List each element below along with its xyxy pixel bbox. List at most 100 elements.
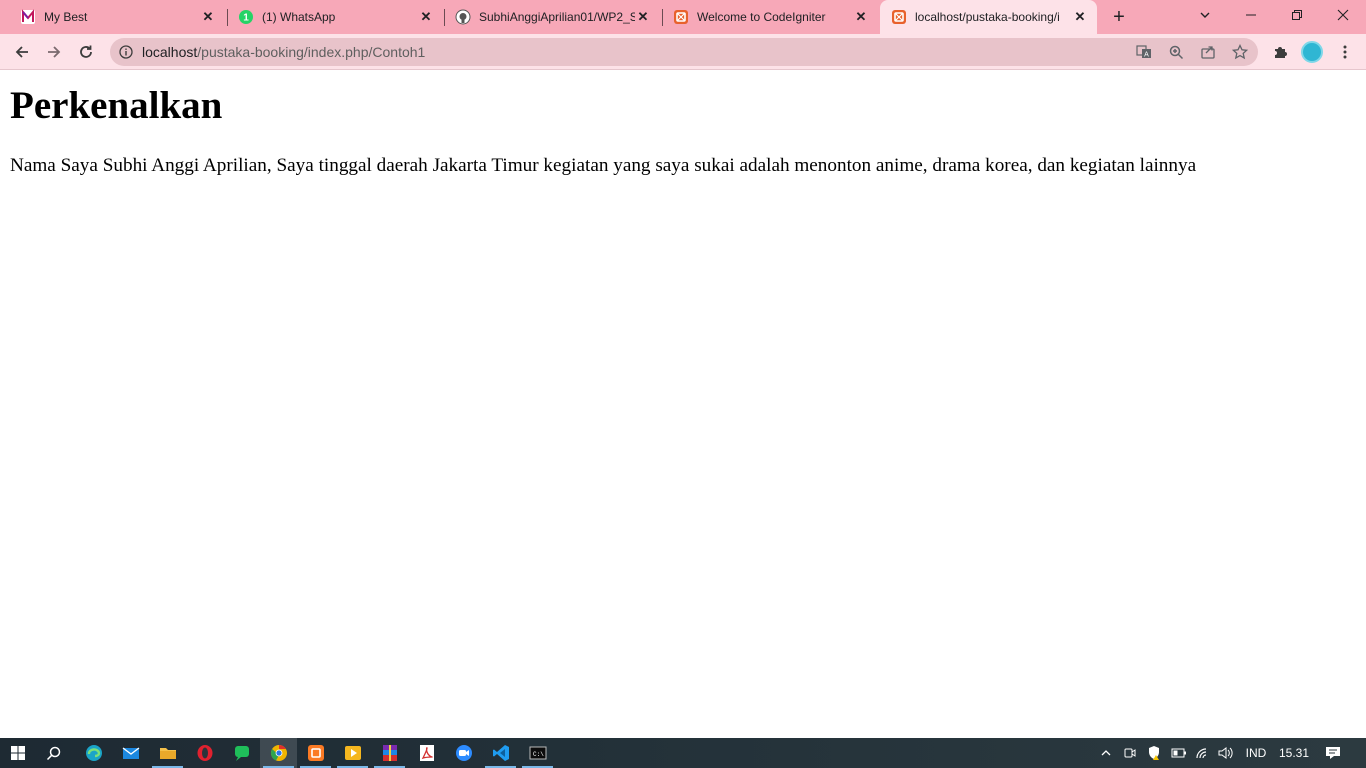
- reload-icon: [80, 45, 92, 58]
- volume-tray[interactable]: [1216, 738, 1236, 768]
- arrow-left-icon: [15, 46, 28, 58]
- windows-taskbar: C:\ IND 15.31: [0, 738, 1366, 768]
- minimize-button[interactable]: [1228, 0, 1274, 30]
- tab-title: (1) WhatsApp: [262, 10, 336, 24]
- reload-button[interactable]: [72, 38, 100, 66]
- zoom-icon: [455, 745, 472, 761]
- search-button[interactable]: [36, 738, 72, 768]
- winrar-icon: [382, 745, 397, 761]
- tab-my-best[interactable]: My Best ✕: [0, 0, 226, 34]
- taskbar-app-mail[interactable]: [112, 738, 149, 768]
- address-bar[interactable]: localhost/pustaka-booking/index.php/Cont…: [110, 38, 1258, 66]
- tab-title: Welcome to CodeIgniter: [697, 10, 826, 24]
- profile-avatar[interactable]: [1301, 41, 1323, 63]
- svg-text:1: 1: [243, 13, 249, 24]
- taskbar-app-chrome[interactable]: [260, 738, 297, 768]
- minimize-icon: [1246, 14, 1256, 16]
- close-icon[interactable]: ✕: [635, 9, 651, 25]
- tab-search-button[interactable]: [1182, 0, 1228, 30]
- mybest-m-icon: [20, 9, 36, 25]
- kebab-menu-icon: [1343, 45, 1347, 59]
- clock[interactable]: 15.31: [1276, 738, 1312, 768]
- back-button[interactable]: [8, 38, 36, 66]
- xampp-icon: [307, 745, 324, 761]
- codeigniter-icon: [891, 9, 907, 25]
- chevron-down-icon: [1200, 12, 1210, 18]
- battery-tray[interactable]: [1168, 738, 1190, 768]
- shield-warning-icon: [1149, 746, 1159, 760]
- url-text[interactable]: localhost/pustaka-booking/index.php/Cont…: [142, 44, 425, 60]
- forward-button[interactable]: [40, 38, 68, 66]
- share-icon[interactable]: [1200, 44, 1216, 60]
- extensions-button[interactable]: [1266, 38, 1294, 66]
- vscode-icon: [492, 745, 509, 761]
- chevron-up-icon: [1101, 750, 1111, 756]
- tab-title: localhost/pustaka-booking/i: [915, 10, 1060, 24]
- taskbar-app-winrar[interactable]: [371, 738, 408, 768]
- taskbar-app-edge[interactable]: [75, 738, 112, 768]
- whatsapp-icon: 1: [238, 9, 254, 25]
- close-icon: [1337, 9, 1349, 21]
- arrow-right-icon: [48, 46, 61, 58]
- taskbar-app-media-player[interactable]: [334, 738, 371, 768]
- chrome-icon: [270, 745, 287, 761]
- restore-button[interactable]: [1274, 0, 1320, 30]
- svg-text:C:\: C:\: [533, 751, 544, 758]
- svg-text:A: A: [1144, 52, 1149, 59]
- start-button[interactable]: [0, 738, 36, 768]
- tab-title: SubhiAnggiAprilian01/WP2_S: [479, 10, 635, 24]
- github-icon: [455, 9, 471, 25]
- page-content: Perkenalkan Nama Saya Subhi Anggi Aprili…: [0, 71, 1366, 738]
- tab-whatsapp[interactable]: 1 (1) WhatsApp ✕: [218, 0, 444, 34]
- taskbar-app-zoom[interactable]: [445, 738, 482, 768]
- close-icon[interactable]: ✕: [418, 9, 434, 25]
- puzzle-icon: [1275, 47, 1287, 58]
- page-heading: Perkenalkan: [10, 84, 223, 127]
- camera-icon: [1124, 748, 1136, 758]
- tab-localhost-active[interactable]: localhost/pustaka-booking/i ✕: [880, 0, 1097, 34]
- close-window-button[interactable]: [1320, 0, 1366, 30]
- intro-paragraph: Nama Saya Subhi Anggi Aprilian, Saya tin…: [10, 155, 1197, 176]
- wifi-icon: [1196, 748, 1207, 759]
- folder-icon: [159, 748, 176, 759]
- taskbar-app-opera[interactable]: [186, 738, 223, 768]
- zoom-icon[interactable]: [1168, 44, 1184, 60]
- speaker-icon: [1218, 747, 1233, 759]
- media-player-icon: [344, 746, 361, 760]
- search-icon: [46, 746, 61, 761]
- taskbar-app-chat[interactable]: [223, 738, 260, 768]
- close-icon[interactable]: ✕: [1072, 9, 1088, 25]
- notification-icon: [1326, 747, 1340, 759]
- bookmark-star-icon[interactable]: [1232, 44, 1248, 60]
- taskbar-app-file-explorer[interactable]: [149, 738, 186, 768]
- url-path: /pustaka-booking/index.php/Contoh1: [197, 44, 426, 60]
- pdf-icon: [419, 745, 434, 761]
- tab-codeigniter-welcome[interactable]: Welcome to CodeIgniter ✕: [653, 0, 879, 34]
- notifications-button[interactable]: [1318, 738, 1348, 768]
- battery-icon: [1171, 748, 1186, 758]
- security-tray[interactable]: [1144, 738, 1164, 768]
- close-icon[interactable]: ✕: [853, 9, 869, 25]
- taskbar-app-xampp[interactable]: [297, 738, 334, 768]
- meet-now-tray[interactable]: [1120, 738, 1140, 768]
- tab-title: My Best: [44, 10, 88, 24]
- tab-strip: My Best ✕ 1 (1) WhatsApp ✕ SubhiAnggiApr…: [0, 0, 1366, 34]
- terminal-icon: C:\: [529, 746, 546, 760]
- wifi-tray[interactable]: [1192, 738, 1214, 768]
- opera-icon: [197, 745, 212, 761]
- taskbar-app-vscode[interactable]: [482, 738, 519, 768]
- show-hidden-icons-button[interactable]: [1096, 738, 1116, 768]
- codeigniter-icon: [673, 9, 689, 25]
- taskbar-app-acrobat[interactable]: [408, 738, 445, 768]
- translate-icon[interactable]: A: [1136, 44, 1152, 60]
- taskbar-app-cmd[interactable]: C:\: [519, 738, 556, 768]
- info-icon[interactable]: [118, 44, 134, 60]
- close-icon[interactable]: ✕: [200, 9, 216, 25]
- menu-button[interactable]: [1331, 38, 1359, 66]
- tab-github[interactable]: SubhiAnggiAprilian01/WP2_S ✕: [435, 0, 661, 34]
- language-indicator[interactable]: IND: [1238, 738, 1274, 768]
- new-tab-button[interactable]: +: [1108, 6, 1130, 28]
- chat-icon: [234, 746, 249, 761]
- url-host: localhost: [142, 44, 198, 60]
- restore-icon: [1292, 10, 1302, 20]
